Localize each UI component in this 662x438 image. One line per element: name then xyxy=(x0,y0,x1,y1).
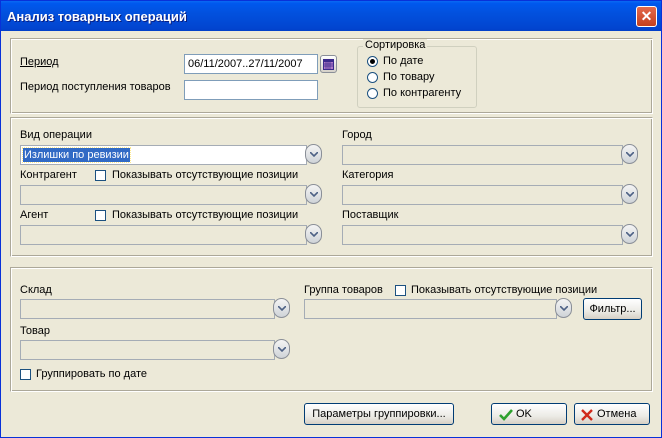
sort-by-counterparty-label: По контрагенту xyxy=(383,87,462,99)
group-by-date-checkbox[interactable] xyxy=(20,369,31,380)
agent-select[interactable] xyxy=(20,224,322,245)
product-group-dropdown-button[interactable] xyxy=(555,298,572,318)
counterparty-dropdown-button[interactable] xyxy=(305,184,322,204)
calendar-icon xyxy=(323,59,334,70)
operation-type-label: Вид операции xyxy=(20,129,92,141)
period-input[interactable]: 06/11/2007..27/11/2007 xyxy=(184,54,318,74)
sort-by-date-radio[interactable] xyxy=(367,56,378,67)
goods-panel: Склад Группа товаров Показывать отсутств… xyxy=(10,267,653,392)
sorting-group: Сортировка По дате По товару По контраге… xyxy=(357,39,477,108)
city-dropdown-button[interactable] xyxy=(621,144,638,164)
operation-type-value: Излишки по ревизии xyxy=(22,147,131,163)
calendar-button[interactable] xyxy=(320,55,337,73)
sort-by-counterparty-radio[interactable] xyxy=(367,88,378,99)
product-select[interactable] xyxy=(20,339,290,360)
category-select[interactable] xyxy=(342,184,638,205)
dialog-window: Анализ товарных операций ✕ Период 06/11/… xyxy=(0,0,662,438)
receipt-period-input[interactable] xyxy=(184,80,318,100)
window-title: Анализ товарных операций xyxy=(7,9,187,24)
chevron-down-icon xyxy=(278,306,286,311)
agent-show-missing-checkbox[interactable] xyxy=(95,210,106,221)
period-panel: Период 06/11/2007..27/11/2007 Период пос… xyxy=(10,38,653,114)
close-icon: ✕ xyxy=(640,8,653,24)
operation-type-select[interactable]: Излишки по ревизии xyxy=(20,144,322,165)
counterparty-show-missing-checkbox[interactable] xyxy=(95,170,106,181)
product-group-label: Группа товаров xyxy=(304,284,383,296)
warehouse-dropdown-button[interactable] xyxy=(273,298,290,318)
supplier-select[interactable] xyxy=(342,224,638,245)
chevron-down-icon xyxy=(278,347,286,352)
filter-button[interactable]: Фильтр... xyxy=(583,298,642,320)
product-group-show-missing-label: Показывать отсутствующие позиции xyxy=(411,284,598,296)
city-value xyxy=(345,148,347,162)
agent-label: Агент xyxy=(20,209,49,221)
period-label: Период xyxy=(20,56,59,68)
receipt-period-label: Период поступления товаров xyxy=(20,81,171,93)
sort-by-product-label: По товару xyxy=(383,71,435,83)
close-button[interactable]: ✕ xyxy=(636,6,657,27)
cross-icon xyxy=(581,409,593,421)
warehouse-value xyxy=(23,302,25,316)
category-label: Категория xyxy=(342,169,394,181)
chevron-down-icon xyxy=(310,192,318,197)
warehouse-label: Склад xyxy=(20,284,52,296)
counterparty-label: Контрагент xyxy=(20,169,77,181)
chevron-down-icon xyxy=(626,232,634,237)
counterparty-select[interactable] xyxy=(20,184,322,205)
counterparty-show-missing-label: Показывать отсутствующие позиции xyxy=(112,169,299,181)
product-value xyxy=(23,343,25,357)
agent-dropdown-button[interactable] xyxy=(305,224,322,244)
supplier-value xyxy=(345,228,347,242)
product-dropdown-button[interactable] xyxy=(273,339,290,359)
chevron-down-icon xyxy=(310,152,318,157)
grouping-params-button[interactable]: Параметры группировки... xyxy=(304,403,454,425)
product-group-value xyxy=(307,302,309,316)
product-group-select[interactable] xyxy=(304,298,572,319)
checkmark-icon xyxy=(499,409,513,421)
product-group-show-missing-checkbox[interactable] xyxy=(395,285,406,296)
operation-type-dropdown-button[interactable] xyxy=(305,144,322,164)
cancel-button[interactable]: Отмена xyxy=(574,403,650,425)
title-bar[interactable]: Анализ товарных операций ✕ xyxy=(1,1,661,31)
city-select[interactable] xyxy=(342,144,638,165)
chevron-down-icon xyxy=(626,152,634,157)
category-dropdown-button[interactable] xyxy=(621,184,638,204)
warehouse-select[interactable] xyxy=(20,298,290,319)
group-by-date-label: Группировать по дате xyxy=(36,368,148,380)
chevron-down-icon xyxy=(310,232,318,237)
sort-by-product-radio[interactable] xyxy=(367,72,378,83)
cancel-label: Отмена xyxy=(597,408,637,420)
city-label: Город xyxy=(342,129,372,141)
product-label: Товар xyxy=(20,325,50,337)
agent-show-missing-label: Показывать отсутствующие позиции xyxy=(112,209,299,221)
sort-by-date-label: По дате xyxy=(383,55,424,67)
agent-value xyxy=(23,228,25,242)
category-value xyxy=(345,188,347,202)
filters-panel: Вид операции Излишки по ревизии Контраге… xyxy=(10,117,653,257)
supplier-dropdown-button[interactable] xyxy=(621,224,638,244)
supplier-label: Поставщик xyxy=(342,209,399,221)
counterparty-value xyxy=(23,188,25,202)
chevron-down-icon xyxy=(626,192,634,197)
ok-button[interactable]: OK xyxy=(491,403,567,425)
ok-label: OK xyxy=(516,408,532,420)
chevron-down-icon xyxy=(560,306,568,311)
sorting-label: Сортировка xyxy=(363,39,428,51)
